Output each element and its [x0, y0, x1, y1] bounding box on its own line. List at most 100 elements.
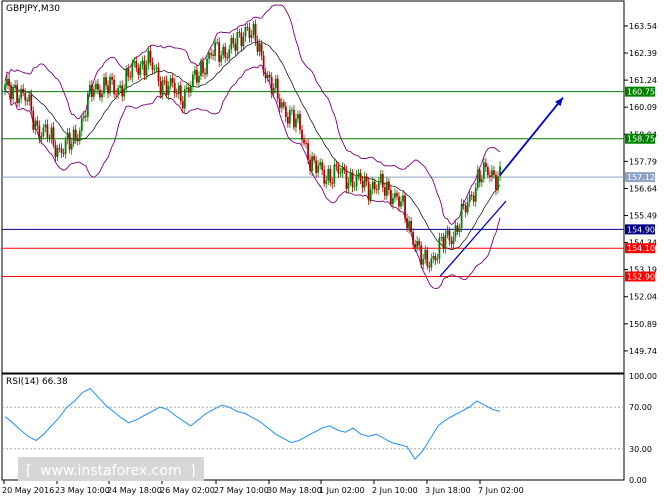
candle-body — [286, 116, 289, 124]
candle-body — [224, 46, 227, 58]
candle-body — [125, 68, 128, 89]
candle-body — [371, 181, 374, 190]
candle-body — [151, 62, 154, 70]
candle-body — [191, 74, 194, 87]
candle-body — [416, 241, 419, 248]
candle-body — [353, 186, 356, 188]
candle-body — [242, 36, 245, 47]
candle-body — [432, 256, 435, 259]
candle-body — [127, 68, 130, 77]
candle-body — [343, 166, 346, 171]
candle-body — [84, 115, 87, 117]
candle-body — [333, 164, 336, 184]
level-tag-label: 154.90 — [627, 225, 655, 234]
candle-body — [476, 170, 479, 188]
candle-body — [424, 249, 427, 260]
candle-body — [204, 72, 206, 75]
candle-body — [88, 85, 91, 94]
candle-body — [74, 129, 77, 139]
candle-body — [111, 76, 113, 80]
candle-body — [452, 236, 455, 245]
candle-body — [303, 139, 305, 144]
candle-body — [474, 187, 477, 202]
watermark-text: www.instaforex.com — [40, 463, 182, 479]
level-tag-label: 160.75 — [627, 88, 655, 97]
symbol-label: GBPJPY,M30 — [6, 4, 60, 14]
candle-body — [187, 87, 190, 93]
candle-body — [329, 168, 332, 183]
candle-body — [12, 87, 14, 99]
candle-body — [60, 148, 63, 153]
candle-body — [165, 80, 168, 95]
candle-body — [218, 42, 221, 62]
candle-body — [363, 176, 366, 188]
candle-body — [345, 170, 348, 189]
candle-body — [327, 168, 330, 181]
candle-body — [450, 240, 453, 245]
candle-body — [299, 114, 301, 130]
candle-body — [422, 259, 425, 265]
candle-body — [311, 156, 314, 171]
candle-body — [444, 235, 447, 249]
candle-body — [177, 85, 180, 95]
candle-body — [256, 40, 259, 52]
candle-body — [194, 69, 196, 75]
candle-body — [288, 109, 291, 124]
candle-body — [472, 195, 475, 202]
candle-body — [40, 135, 43, 140]
candle-body — [16, 84, 19, 104]
candle-body — [30, 94, 33, 111]
candle-body — [478, 170, 481, 183]
level-tag-label: 154.10 — [627, 244, 655, 253]
candle-body — [408, 220, 410, 229]
price-tick-label: 149.74 — [629, 347, 657, 356]
candle-body — [6, 78, 8, 86]
candle-body — [309, 159, 311, 171]
candle-body — [210, 53, 212, 55]
candle-body — [220, 55, 223, 62]
candle-body — [335, 164, 338, 167]
candle-body — [18, 98, 21, 104]
candle-body — [72, 129, 75, 144]
candle-body — [226, 57, 229, 59]
candle-body — [131, 62, 134, 78]
candle-body — [200, 61, 202, 77]
candle-body — [58, 147, 61, 149]
candle-body — [402, 195, 404, 202]
candle-body — [341, 166, 344, 173]
candle-body — [206, 58, 208, 75]
candle-body — [46, 124, 49, 138]
candle-body — [377, 182, 380, 190]
candle-body — [240, 32, 243, 47]
candle-body — [460, 203, 463, 229]
candle-body — [238, 32, 241, 33]
candle-body — [280, 102, 283, 108]
candle-body — [157, 67, 160, 82]
candle-body — [8, 78, 10, 86]
candle-body — [389, 189, 392, 205]
candle-body — [189, 86, 192, 93]
candle-body — [185, 87, 188, 90]
candle-body — [28, 94, 31, 102]
candle-body — [319, 162, 322, 166]
candle-body — [266, 74, 269, 78]
candle-body — [440, 236, 443, 238]
candle-body — [64, 139, 67, 154]
candle-body — [414, 244, 417, 248]
candle-body — [339, 172, 342, 174]
candle-body — [163, 80, 166, 82]
candle-body — [70, 143, 73, 150]
candle-body — [470, 194, 473, 196]
candle-body — [442, 236, 445, 249]
candle-body — [141, 60, 144, 65]
candle-body — [99, 89, 101, 98]
candle-body — [491, 170, 493, 178]
time-tick-label: 20 May 2016 — [2, 486, 54, 495]
candle-body — [293, 109, 295, 128]
candle-body — [446, 230, 449, 236]
candle-body — [244, 27, 247, 37]
candle-body — [250, 34, 253, 38]
candle-body — [434, 256, 437, 261]
candle-body — [412, 232, 415, 245]
time-tick-label: 7 Jun 02:00 — [478, 486, 524, 495]
